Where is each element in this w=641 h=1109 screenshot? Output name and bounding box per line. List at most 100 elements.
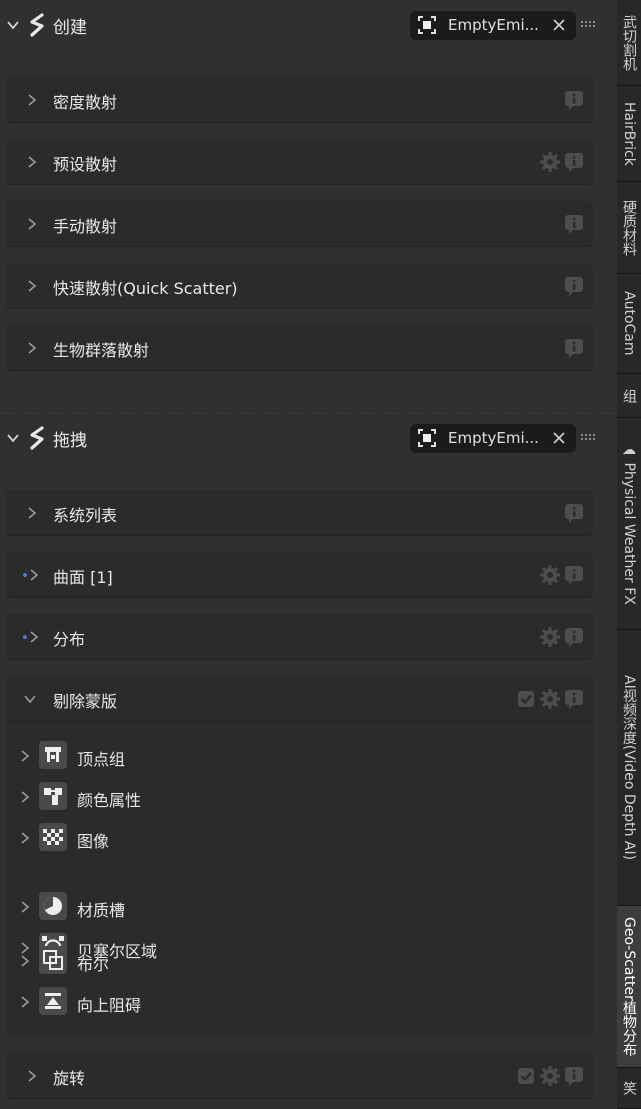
tab-video-depth-ai[interactable]: AI视频深度(Video Depth AI) (617, 630, 641, 906)
drag-grip-icon[interactable] (581, 21, 595, 29)
close-icon[interactable] (552, 431, 566, 445)
chevron-right-icon[interactable] (19, 995, 31, 1009)
panel-system-list[interactable]: 系统列表 (6, 490, 593, 536)
mask-item-color-attribute[interactable]: 颜色属性 (6, 780, 593, 814)
panel-density-scatter[interactable]: 密度散射 (6, 77, 593, 123)
section-divider (0, 412, 614, 414)
info-icon[interactable] (563, 213, 585, 235)
info-icon[interactable] (563, 337, 585, 359)
panel-manual-scatter[interactable]: 手动散射 (6, 201, 593, 247)
tab-physical-weather-fx[interactable]: ☁ Physical Weather FX (617, 418, 641, 630)
tab-cutter[interactable]: 武切割机 (617, 0, 641, 86)
chevron-right-icon[interactable] (19, 831, 31, 845)
color-attribute-icon (39, 782, 67, 810)
panel-surface[interactable]: 曲面 [1] (6, 552, 593, 598)
close-icon[interactable] (552, 18, 566, 32)
emitter-selector[interactable]: EmptyEmi... (410, 423, 576, 453)
mask-item-label: 顶点组 (77, 750, 126, 769)
panel-quick-scatter[interactable]: 快速散射(Quick Scatter) (6, 263, 593, 309)
panel-rotation[interactable]: 旋转 (6, 1053, 593, 1099)
panel-title: 手动散射 (53, 217, 118, 236)
tab-group[interactable]: 组 (617, 374, 641, 418)
emitter-selector[interactable]: EmptyEmi... (410, 10, 576, 40)
panel-title: 生物群落散射 (53, 341, 150, 360)
panel-biome-scatter[interactable]: 生物群落散射 (6, 325, 593, 371)
panel-culling-mask: 剔除蒙版 顶点组 颜色属性 图像 材质槽 贝塞尔区域 布尔 向上阻碍 (6, 676, 593, 1037)
image-checker-icon (39, 823, 67, 851)
panel-title: 曲面 [1] (53, 568, 113, 587)
panel-title: 分布 (53, 630, 86, 649)
panel-preset-scatter[interactable]: 预设散射 (6, 139, 593, 185)
mask-item-boolean[interactable]: 布尔 (6, 944, 593, 978)
mask-item-vertex-group[interactable]: 顶点组 (6, 739, 593, 773)
mask-item-label: 向上阻碍 (77, 996, 142, 1015)
section-title: 创建 (53, 17, 87, 38)
info-icon[interactable] (563, 89, 585, 111)
gear-icon[interactable] (539, 564, 561, 586)
chevron-right-icon[interactable] (26, 93, 38, 107)
sidebar-tab-strip: 武切割机 HairBrick 硬质材料 AutoCam 组 ☁ Physical… (617, 0, 641, 1109)
panel-title: 快速散射(Quick Scatter) (53, 279, 238, 298)
panel-title: 密度散射 (53, 93, 118, 112)
mask-item-material-slot[interactable]: 材质槽 (6, 890, 593, 924)
tab-geo-scatter[interactable]: Geo-Scatter植物分布 (617, 906, 641, 1068)
mask-item-label: 图像 (77, 832, 110, 851)
gear-icon[interactable] (539, 1065, 561, 1087)
info-icon[interactable] (563, 564, 585, 586)
tab-hairbrick[interactable]: HairBrick (617, 86, 641, 182)
chevron-right-icon[interactable] (26, 279, 38, 293)
mask-item-label: 布尔 (77, 955, 110, 974)
gear-icon[interactable] (539, 688, 561, 710)
mask-item-label: 材质槽 (77, 901, 126, 920)
info-icon[interactable] (563, 1065, 585, 1087)
chevron-right-icon[interactable] (26, 341, 38, 355)
panel-title: 旋转 (53, 1069, 86, 1088)
mask-item-upward-obstruction[interactable]: 向上阻碍 (6, 985, 593, 1019)
section-title: 拖拽 (53, 430, 87, 451)
section-header-create[interactable]: 创建 EmptyEmi... (0, 8, 614, 42)
panel-header[interactable]: 剔除蒙版 (6, 676, 593, 722)
chevron-right-icon[interactable] (26, 506, 38, 520)
dot-chevron-right-icon[interactable] (22, 630, 42, 644)
tab-misc[interactable]: 笑 (617, 1068, 641, 1109)
tab-hard-materials[interactable]: 硬质材料 (617, 182, 641, 274)
info-icon[interactable] (563, 502, 585, 524)
info-icon[interactable] (563, 151, 585, 173)
properties-editor: 创建 EmptyEmi... 密度散射 预设散射 手动散射 快速散射(Quick… (0, 0, 614, 1109)
tab-autocam[interactable]: AutoCam (617, 274, 641, 374)
chevron-right-icon[interactable] (19, 790, 31, 804)
info-icon[interactable] (563, 626, 585, 648)
chevron-right-icon[interactable] (19, 900, 31, 914)
empty-object-icon (418, 16, 436, 34)
dot-chevron-right-icon[interactable] (22, 568, 42, 582)
panel-distribution[interactable]: 分布 (6, 614, 593, 660)
chevron-right-icon[interactable] (26, 217, 38, 231)
section-header-drag[interactable]: 拖拽 EmptyEmi... (0, 421, 614, 455)
mask-item-label: 颜色属性 (77, 791, 142, 810)
chevron-right-icon[interactable] (26, 1069, 38, 1083)
geo-scatter-logo-icon (30, 426, 44, 450)
geo-scatter-logo-icon (30, 13, 44, 37)
empty-object-icon (418, 429, 436, 447)
info-icon[interactable] (563, 688, 585, 710)
checkbox-icon[interactable] (515, 688, 537, 710)
chevron-right-icon[interactable] (26, 155, 38, 169)
chevron-down-icon[interactable] (23, 693, 37, 705)
upward-obstruction-icon (39, 987, 67, 1015)
panel-title: 预设散射 (53, 155, 118, 174)
drag-grip-icon[interactable] (581, 434, 595, 442)
gear-icon[interactable] (539, 151, 561, 173)
panel-title: 剔除蒙版 (53, 692, 118, 711)
chevron-right-icon[interactable] (19, 749, 31, 763)
emitter-name: EmptyEmi... (448, 16, 539, 34)
chevron-down-icon[interactable] (6, 18, 20, 32)
panel-title: 系统列表 (53, 506, 118, 525)
gear-icon[interactable] (539, 626, 561, 648)
chevron-right-icon[interactable] (19, 954, 31, 968)
material-slot-icon (39, 892, 67, 920)
chevron-down-icon[interactable] (6, 431, 20, 445)
boolean-icon (39, 946, 67, 974)
checkbox-icon[interactable] (515, 1065, 537, 1087)
mask-item-image[interactable]: 图像 (6, 821, 593, 855)
info-icon[interactable] (563, 275, 585, 297)
